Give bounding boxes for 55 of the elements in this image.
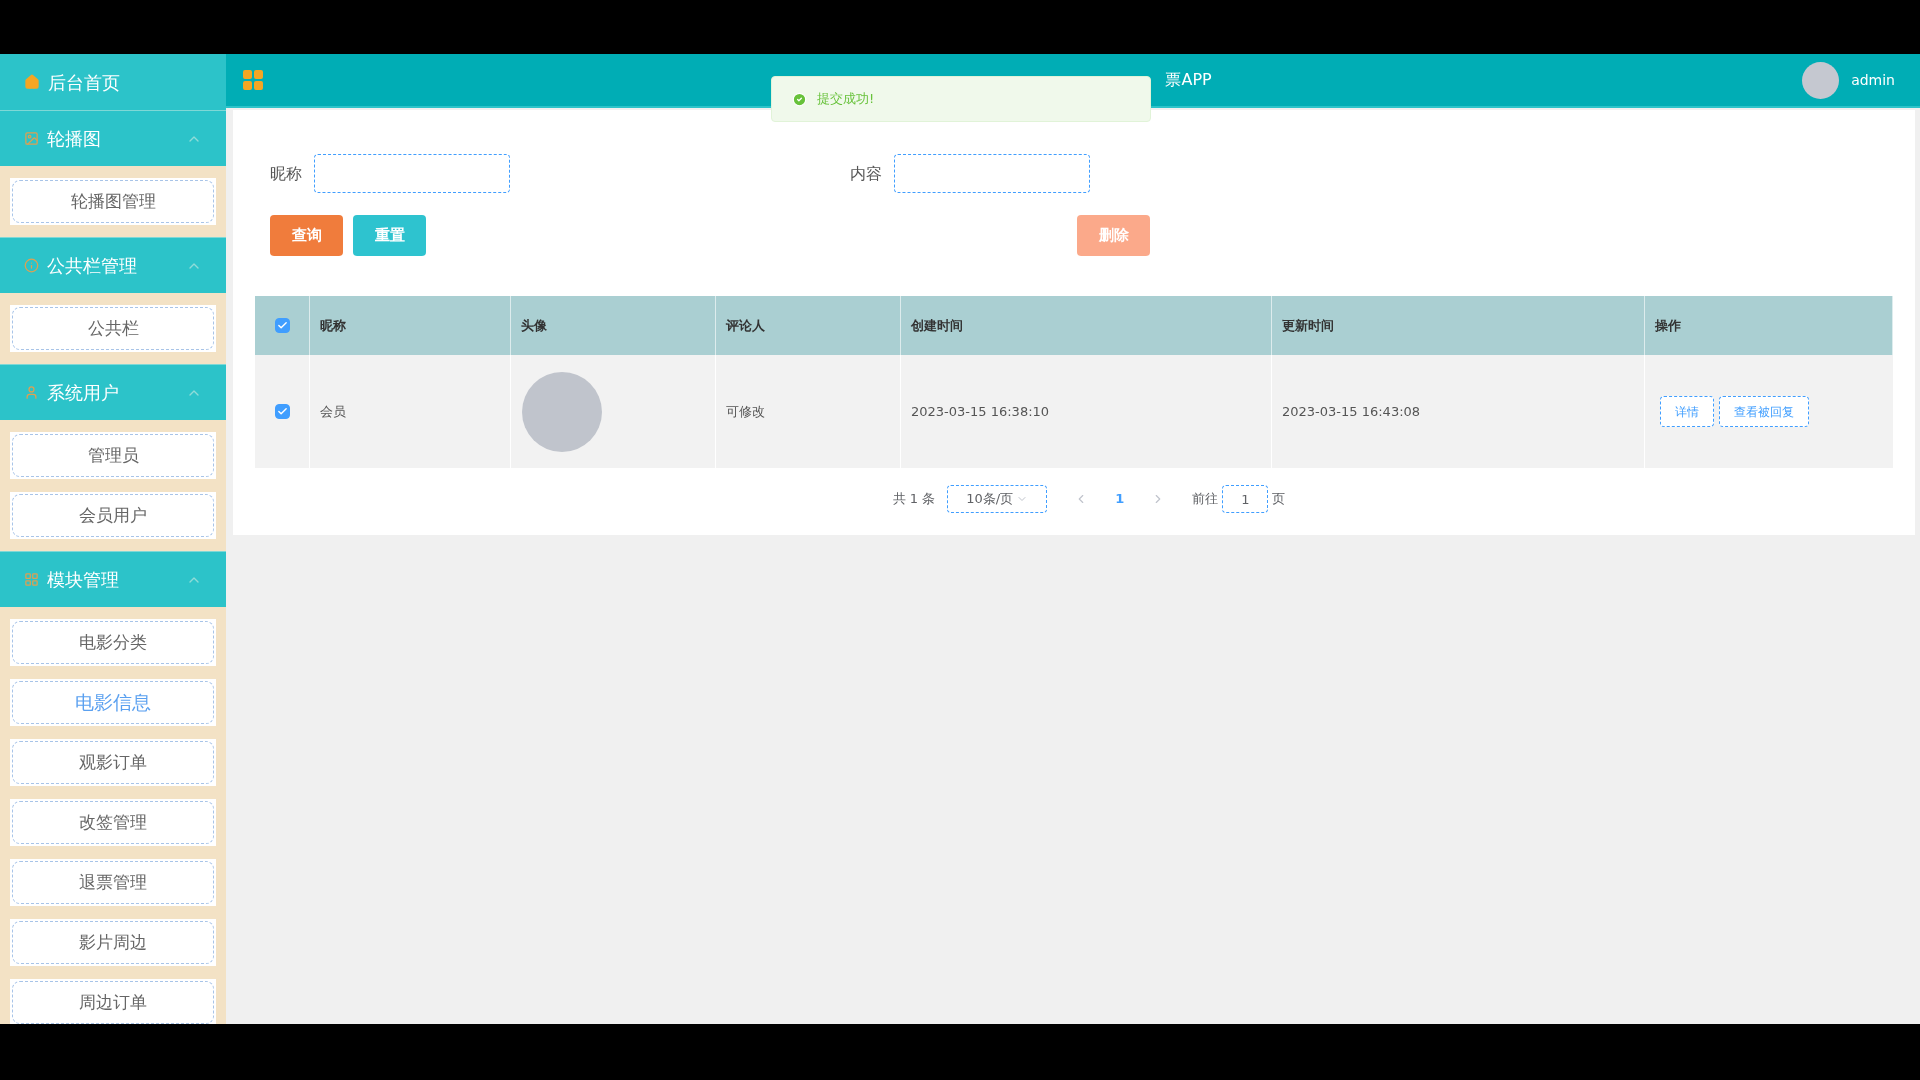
- toast-message: 提交成功!: [771, 76, 1151, 122]
- filter-input[interactable]: [894, 154, 1090, 193]
- action-button[interactable]: 查看被回复: [1719, 396, 1809, 427]
- home-icon: [24, 74, 40, 90]
- goto-label: 前往: [1192, 490, 1219, 509]
- checkbox[interactable]: [274, 404, 290, 419]
- column-header: 头像: [521, 316, 547, 335]
- sidebar-menu-item[interactable]: 管理员: [12, 434, 214, 477]
- action-button[interactable]: 详情: [1660, 396, 1714, 427]
- check-icon: [276, 320, 288, 331]
- page-number[interactable]: 1: [1100, 489, 1140, 509]
- filter-label: 昵称: [270, 162, 302, 185]
- sidebar-menu-item[interactable]: 影片周边: [12, 921, 214, 964]
- image-icon: [24, 131, 39, 146]
- reset-button[interactable]: 重置: [353, 215, 426, 256]
- success-icon: [792, 91, 807, 107]
- sidebar-menu-item[interactable]: 轮播图管理: [12, 180, 214, 223]
- sidebar-menu-item[interactable]: 会员用户: [12, 494, 214, 537]
- header-title: 票APP: [1165, 69, 1212, 91]
- sidebar-group-header[interactable]: 系统用户: [0, 364, 226, 420]
- page-size-select[interactable]: 10条/页: [947, 485, 1048, 513]
- sidebar-group-header[interactable]: 公共栏管理: [0, 237, 226, 293]
- sidebar-group-header[interactable]: 轮播图: [0, 110, 226, 166]
- goto-suffix: 页: [1272, 490, 1286, 509]
- checkbox[interactable]: [274, 318, 290, 333]
- user-icon: [24, 385, 39, 400]
- sidebar-menu-item[interactable]: 周边订单: [12, 981, 214, 1024]
- sidebar-menu-item[interactable]: 退票管理: [12, 861, 214, 904]
- table-cell-text: 可修改: [726, 402, 765, 421]
- info-icon: [24, 258, 39, 273]
- sidebar-home-item[interactable]: 后台首页: [0, 54, 226, 110]
- column-header: 评论人: [726, 316, 765, 335]
- grid-icon: [24, 572, 39, 587]
- column-header: 昵称: [320, 316, 346, 335]
- goto-page-input[interactable]: 1: [1222, 485, 1269, 513]
- table-cell-text: 会员: [320, 402, 346, 421]
- avatar: [1802, 61, 1840, 99]
- check-icon: [276, 406, 288, 417]
- user-name[interactable]: admin: [1851, 69, 1895, 91]
- filter-label: 内容: [850, 162, 882, 185]
- pagination-total: 共 1 条: [892, 490, 936, 509]
- sidebar-menu-item[interactable]: 电影分类: [12, 621, 214, 664]
- filter-input[interactable]: [314, 154, 510, 193]
- table-cell-text: 2023-03-15 16:38:10: [911, 402, 1050, 421]
- table-cell-text: 2023-03-15 16:43:08: [1282, 402, 1421, 421]
- sidebar-menu-item[interactable]: 公共栏: [12, 307, 214, 350]
- column-header: 操作: [1655, 316, 1681, 335]
- sidebar-menu-item[interactable]: 电影信息: [12, 681, 214, 724]
- column-header: 更新时间: [1282, 316, 1334, 335]
- grid-icon: [241, 68, 265, 92]
- column-header: 创建时间: [911, 316, 963, 335]
- sidebar-group-header[interactable]: 模块管理: [0, 551, 226, 607]
- sidebar-menu-item[interactable]: 改签管理: [12, 801, 214, 844]
- sidebar-menu-item[interactable]: 观影订单: [12, 741, 214, 784]
- search-button[interactable]: 查询: [270, 215, 343, 256]
